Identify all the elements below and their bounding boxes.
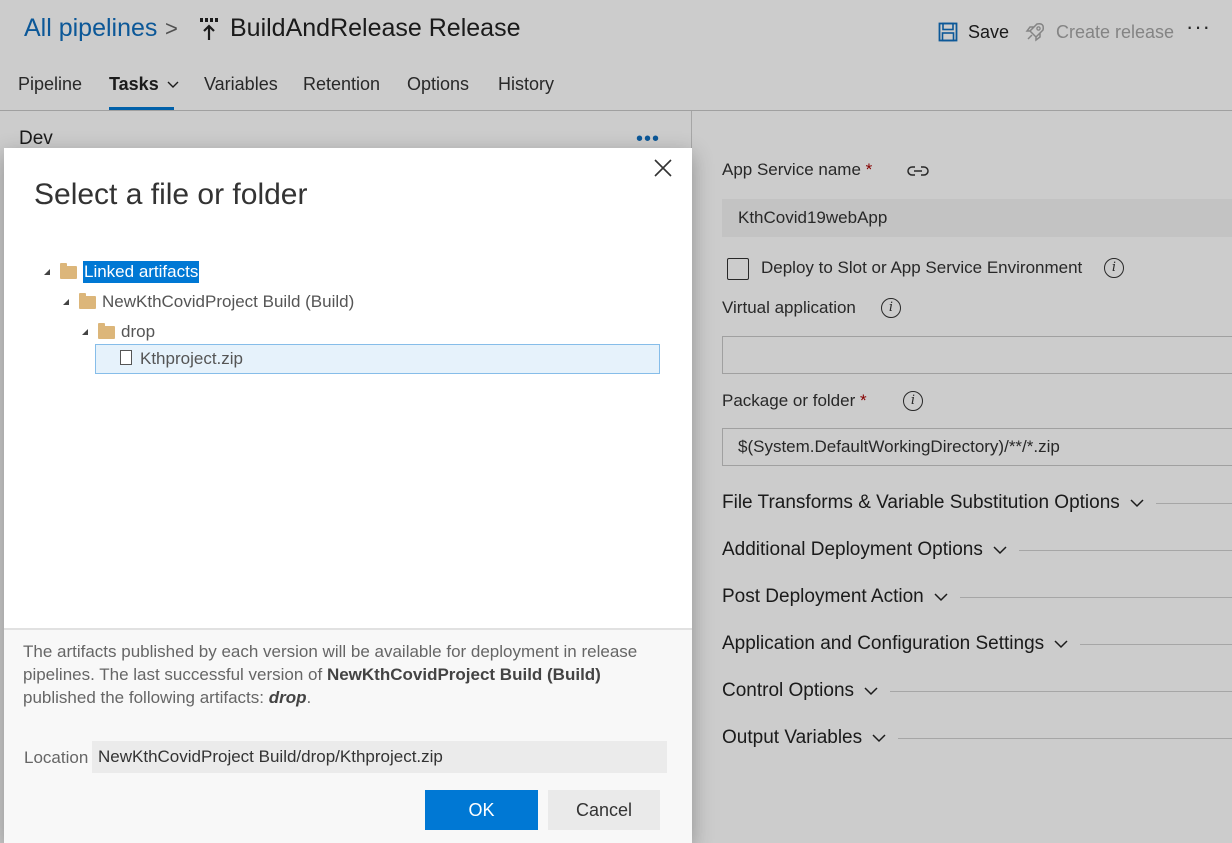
tree-item-drop[interactable]: drop [82,318,155,346]
collapse-arrow-icon[interactable] [82,329,88,335]
tree-item-label: drop [121,322,156,341]
tree-item-label: NewKthCovidProject Build (Build) [102,292,355,311]
select-file-dialog: Select a file or folder Linked artifacts… [4,148,692,843]
dialog-footer: The artifacts published by each version … [4,628,692,843]
collapse-arrow-icon[interactable] [63,299,69,305]
desc-artifact-name: drop [268,688,307,707]
desc-build-name: NewKthCovidProject Build (Build) [326,665,601,684]
collapse-arrow-icon[interactable] [44,269,50,275]
location-field[interactable]: NewKthCovidProject Build/drop/Kthproject… [92,741,667,773]
tree-item-build[interactable]: NewKthCovidProject Build (Build) [63,288,354,316]
tree-item-linked-artifacts[interactable]: Linked artifacts [44,258,200,286]
ok-button[interactable]: OK [425,790,538,830]
folder-icon [60,262,77,279]
desc-text: . [306,688,312,707]
folder-icon [98,322,115,339]
tree-item-label: Kthproject.zip [140,349,243,368]
artifact-description: The artifacts published by each version … [23,640,673,709]
dialog-title: Select a file or folder [34,178,308,211]
desc-text: published the following artifacts: [23,688,269,707]
tree-item-label: Linked artifacts [83,261,200,283]
close-icon[interactable] [652,157,674,179]
tree-item-kthproject-zip[interactable]: Kthproject.zip [95,344,660,374]
location-label: Location [24,748,89,767]
file-icon [120,349,132,365]
folder-icon [79,292,96,309]
cancel-button[interactable]: Cancel [548,790,660,830]
